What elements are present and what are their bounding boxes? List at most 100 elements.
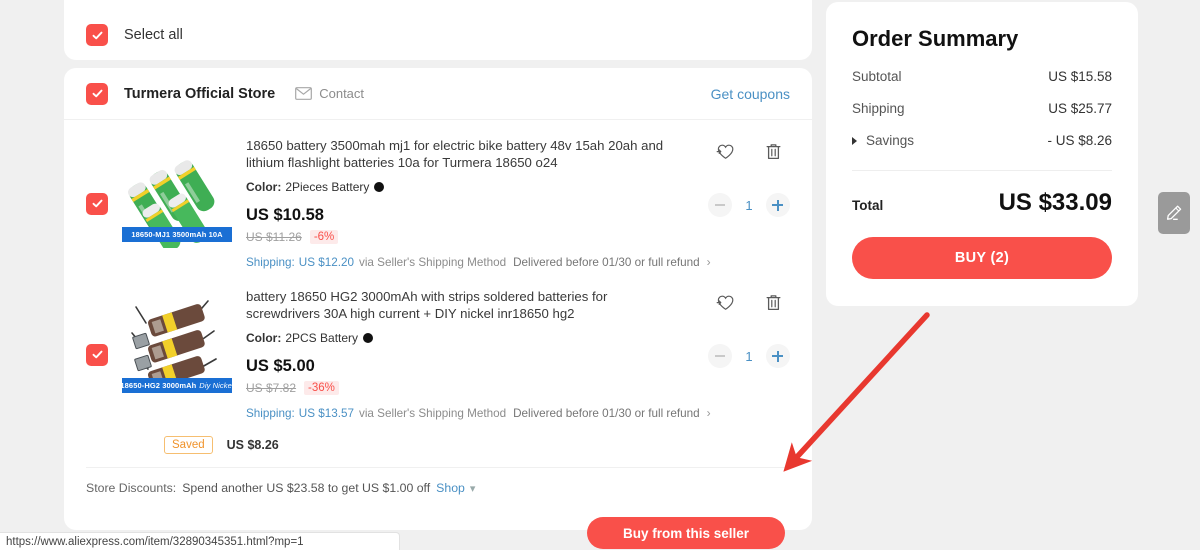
variant-label: Color: bbox=[246, 331, 282, 345]
item-old-price: US $7.82 bbox=[246, 381, 297, 395]
order-summary-card: Order Summary Subtotal US $15.58 Shippin… bbox=[826, 2, 1138, 306]
quantity-stepper: 1 bbox=[708, 193, 790, 217]
buy-button[interactable]: BUY (2) bbox=[852, 237, 1112, 279]
select-all-checkbox[interactable] bbox=[86, 24, 108, 46]
shipping-label: Shipping: bbox=[246, 406, 295, 420]
item-checkbox[interactable] bbox=[86, 343, 108, 366]
product-thumbnail[interactable]: 18650-HG2 3000mAh Diy Nickel bbox=[122, 289, 232, 399]
check-icon bbox=[92, 199, 102, 208]
wishlist-heart-icon[interactable] bbox=[716, 293, 735, 312]
thumbnail-caption-italic: Diy Nickel bbox=[199, 381, 232, 390]
item-price-sub: US $7.82 -36% bbox=[246, 381, 780, 395]
color-swatch bbox=[374, 182, 385, 192]
thumbnail-caption: 18650-MJ1 3500mAh 10A bbox=[122, 227, 232, 242]
quantity-decrease-button[interactable] bbox=[708, 344, 732, 368]
summary-row-total: Total US $33.09 bbox=[852, 189, 1112, 217]
saved-row: Saved US $8.26 bbox=[64, 430, 812, 454]
thumbnail-caption-text: 18650-HG2 3000mAh bbox=[122, 381, 197, 390]
delete-trash-icon[interactable] bbox=[765, 293, 782, 312]
item-price: US $5.00 bbox=[246, 357, 315, 375]
item-price-sub: US $11.26 -6% bbox=[246, 230, 780, 244]
item-shipping-line[interactable]: Shipping: US $12.20 via Seller's Shippin… bbox=[246, 255, 780, 269]
check-icon bbox=[92, 89, 102, 98]
store-card: Turmera Official Store Contact Get coupo… bbox=[64, 68, 812, 549]
summary-row-savings[interactable]: Savings - US $8.26 bbox=[852, 133, 1112, 148]
select-all-row[interactable]: Select all bbox=[86, 24, 183, 46]
browser-status-bar: https://www.aliexpress.com/item/32890345… bbox=[0, 532, 400, 550]
color-swatch bbox=[363, 333, 374, 343]
contact-seller-button[interactable]: Contact bbox=[295, 86, 364, 101]
variant-label: Color: bbox=[246, 180, 282, 194]
item-checkbox-column bbox=[86, 289, 108, 420]
item-action-icons bbox=[708, 293, 790, 312]
item-discount-badge: -6% bbox=[309, 230, 339, 244]
quantity-value[interactable]: 1 bbox=[745, 198, 752, 213]
savings-value: - US $8.26 bbox=[1047, 133, 1112, 148]
edit-feedback-tab[interactable] bbox=[1158, 192, 1190, 234]
cart-item: 18650-HG2 3000mAh Diy Nickel battery 186… bbox=[64, 279, 812, 430]
wishlist-heart-icon[interactable] bbox=[716, 142, 735, 161]
summary-row-subtotal: Subtotal US $15.58 bbox=[852, 69, 1112, 84]
shipping-delivery: Delivered before 01/30 or full refund bbox=[513, 406, 700, 420]
check-icon bbox=[92, 350, 102, 359]
status-bar-url: https://www.aliexpress.com/item/32890345… bbox=[6, 536, 304, 548]
summary-divider bbox=[852, 170, 1112, 171]
item-actions: 1 bbox=[708, 293, 790, 368]
shipping-method: via Seller's Shipping Method bbox=[358, 255, 507, 269]
shipping-delivery: Delivered before 01/30 or full refund bbox=[513, 255, 700, 269]
store-checkbox[interactable] bbox=[86, 82, 108, 105]
item-title[interactable]: 18650 battery 3500mah mj1 for electric b… bbox=[246, 138, 666, 171]
item-title[interactable]: battery 18650 HG2 3000mAh with strips so… bbox=[246, 289, 666, 322]
shipping-method: via Seller's Shipping Method bbox=[358, 406, 507, 420]
shipping-price: US $12.20 bbox=[298, 255, 354, 269]
item-action-icons bbox=[708, 142, 790, 161]
item-checkbox[interactable] bbox=[86, 192, 108, 215]
store-name[interactable]: Turmera Official Store bbox=[124, 86, 275, 102]
shipping-price: US $13.57 bbox=[298, 406, 354, 420]
cart-page: Select all Turmera Official Store Contac… bbox=[0, 0, 1200, 550]
variant-value: 2Pieces Battery bbox=[285, 180, 370, 194]
subtotal-value: US $15.58 bbox=[1048, 69, 1112, 84]
item-variant: Color: 2PCS Battery bbox=[246, 331, 780, 345]
thumbnail-caption: 18650-HG2 3000mAh Diy Nickel bbox=[122, 378, 232, 393]
quantity-increase-button[interactable] bbox=[765, 344, 790, 368]
item-actions: 1 bbox=[708, 142, 790, 217]
store-discounts-row: Store Discounts: Spend another US $23.58… bbox=[64, 468, 812, 495]
delete-trash-icon[interactable] bbox=[765, 142, 782, 161]
buy-from-seller-button[interactable]: Buy from this seller bbox=[586, 517, 785, 549]
item-checkbox-column bbox=[86, 138, 108, 269]
quantity-value[interactable]: 1 bbox=[745, 349, 752, 364]
contact-label: Contact bbox=[319, 86, 365, 101]
chevron-right-icon: › bbox=[706, 255, 711, 269]
shipping-value: US $25.77 bbox=[1048, 101, 1112, 116]
total-label: Total bbox=[852, 198, 884, 213]
shop-link[interactable]: Shop bbox=[436, 481, 465, 495]
chevron-right-icon: › bbox=[706, 406, 711, 420]
quantity-increase-button[interactable] bbox=[765, 193, 790, 217]
quantity-decrease-button[interactable] bbox=[708, 193, 732, 217]
savings-label: Savings bbox=[866, 133, 915, 148]
total-value: US $33.09 bbox=[998, 189, 1112, 216]
store-discounts-text: Spend another US $23.58 to get US $1.00 … bbox=[182, 481, 431, 495]
shipping-label: Shipping: bbox=[246, 255, 295, 269]
triangle-right-icon bbox=[852, 136, 857, 145]
saved-badge: Saved bbox=[164, 436, 213, 454]
cart-item: 18650-MJ1 3500mAh 10A 18650 battery 3500… bbox=[64, 120, 812, 279]
item-shipping-line[interactable]: Shipping: US $13.57 via Seller's Shippin… bbox=[246, 406, 780, 420]
select-all-card: Select all bbox=[64, 0, 812, 60]
store-header: Turmera Official Store Contact Get coupo… bbox=[64, 68, 812, 120]
quantity-stepper: 1 bbox=[708, 344, 790, 368]
chevron-down-icon[interactable]: ▾ bbox=[470, 482, 476, 495]
order-summary-title: Order Summary bbox=[852, 26, 1019, 51]
item-old-price: US $11.26 bbox=[246, 230, 302, 244]
product-thumbnail[interactable]: 18650-MJ1 3500mAh 10A bbox=[122, 138, 232, 248]
get-coupons-link[interactable]: Get coupons bbox=[711, 86, 790, 102]
store-discounts-label: Store Discounts: bbox=[86, 481, 177, 495]
item-discount-badge: -36% bbox=[304, 381, 339, 395]
shipping-label: Shipping bbox=[852, 101, 905, 116]
item-variant: Color: 2Pieces Battery bbox=[246, 180, 780, 194]
thumbnail-caption-text: 18650-MJ1 3500mAh 10A bbox=[131, 230, 223, 239]
summary-row-shipping: Shipping US $25.77 bbox=[852, 101, 1112, 116]
saved-amount: US $8.26 bbox=[226, 438, 279, 452]
envelope-icon bbox=[295, 87, 313, 100]
